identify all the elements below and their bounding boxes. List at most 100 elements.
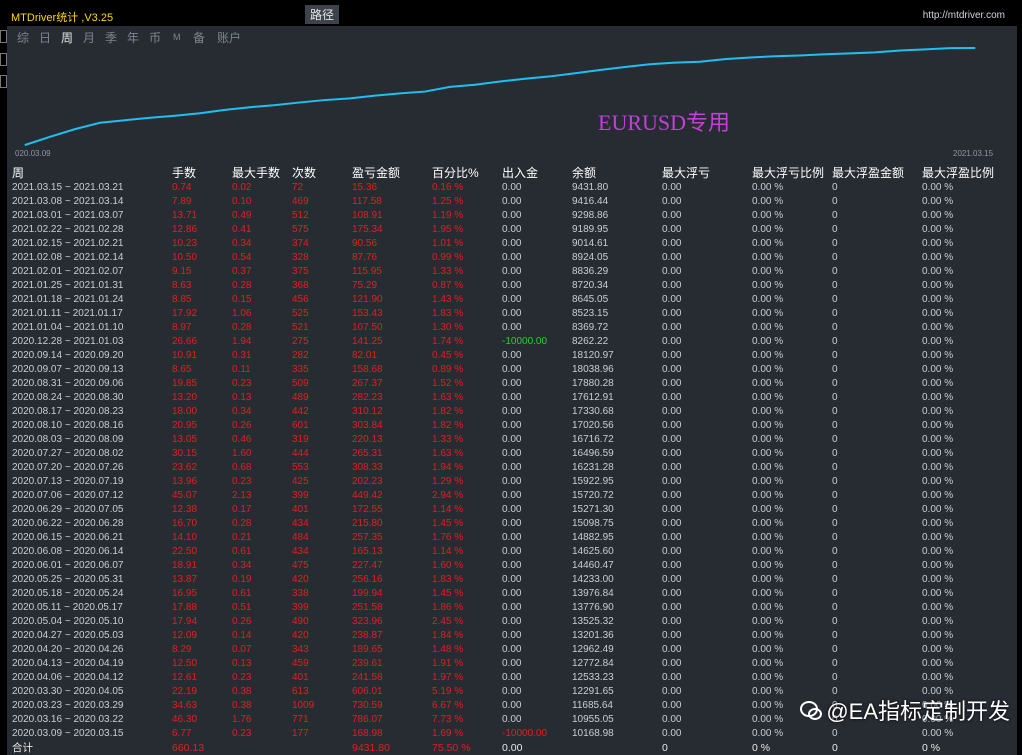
table-cell: 0.00 bbox=[662, 182, 682, 193]
table-cell: 0.00 % bbox=[752, 700, 784, 711]
table-cell: 1.84 % bbox=[432, 630, 464, 641]
table-row[interactable]: 2020.05.18 ~ 2020.05.24 16.95 0.61 338 199.9… bbox=[12, 587, 1012, 601]
table-cell: 0.00 % bbox=[922, 294, 954, 305]
table-cell: 0 bbox=[832, 434, 838, 445]
table-cell: 0.00 % bbox=[752, 490, 784, 501]
table-row[interactable]: 2021.02.08 ~ 2021.02.14 10.50 0.54 328 87.76… bbox=[12, 251, 1012, 265]
table-row[interactable]: 2021.01.25 ~ 2021.01.31 8.63 0.28 368 75.29 0… bbox=[12, 279, 1012, 293]
table-cell: 0.21 bbox=[232, 532, 252, 543]
table-cell: 0 bbox=[832, 252, 838, 263]
table-cell: 0.00 % bbox=[752, 434, 784, 445]
table-row[interactable]: 2021.02.01 ~ 2021.02.07 9.15 0.37 375 115.95… bbox=[12, 265, 1012, 279]
table-row[interactable]: 2020.08.31 ~ 2020.09.06 19.85 0.23 509 267.3… bbox=[12, 377, 1012, 391]
table-row[interactable]: 2021.02.22 ~ 2021.02.28 12.86 0.41 575 175.3… bbox=[12, 223, 1012, 237]
balance-point bbox=[799, 54, 801, 57]
table-cell: 0.00 % bbox=[922, 728, 954, 739]
table-row[interactable]: 2020.06.15 ~ 2020.06.21 14.10 0.21 484 257.3… bbox=[12, 531, 1012, 545]
table-row[interactable]: 2020.04.06 ~ 2020.04.12 12.61 0.23 401 241.5… bbox=[12, 671, 1012, 685]
table-row[interactable]: 2020.04.27 ~ 2020.05.03 12.09 0.14 420 238.8… bbox=[12, 629, 1012, 643]
table-cell: 0.00 bbox=[662, 266, 682, 277]
table-row[interactable]: 2021.01.11 ~ 2021.01.17 17.92 1.06 525 153.4… bbox=[12, 307, 1012, 321]
table-cell: 0 bbox=[832, 448, 838, 459]
table-cell: 0.00 % bbox=[752, 238, 784, 249]
column-header: 出入金 bbox=[502, 166, 539, 180]
table-cell: 0.34 bbox=[232, 238, 252, 249]
table-cell: 0.61 bbox=[232, 588, 252, 599]
balance-point bbox=[874, 51, 876, 53]
table-cell: 0.00 % bbox=[922, 182, 954, 193]
table-row[interactable]: 2021.01.18 ~ 2021.01.24 8.85 0.15 456 121.90… bbox=[12, 293, 1012, 307]
balance-point bbox=[474, 84, 476, 86]
table-cell: 0.23 bbox=[232, 672, 252, 683]
table-row[interactable]: 2020.06.08 ~ 2020.06.14 22.50 0.61 434 165.1… bbox=[12, 545, 1012, 559]
table-cell: 0.00 bbox=[502, 560, 522, 571]
table-cell: 0.00 % bbox=[922, 630, 954, 641]
table-cell: 1.33 % bbox=[432, 266, 464, 277]
table-cell: 30.15 bbox=[172, 448, 198, 459]
table-row[interactable]: 2020.05.04 ~ 2020.05.10 17.94 0.26 490 323.9… bbox=[12, 615, 1012, 629]
table-row[interactable]: 2020.04.20 ~ 2020.04.26 8.29 0.07 343 189.65… bbox=[12, 643, 1012, 657]
tab-7[interactable]: M bbox=[173, 32, 181, 42]
table-cell: 1.63 % bbox=[432, 448, 464, 459]
table-row[interactable]: 2020.03.09 ~ 2020.03.15 6.77 0.23 177 168.98… bbox=[12, 727, 1012, 741]
table-row[interactable]: 2020.05.25 ~ 2020.05.31 13.87 0.19 420 256.1… bbox=[12, 573, 1012, 587]
table-cell: 0.99 % bbox=[432, 252, 464, 263]
table-row[interactable]: 2020.08.17 ~ 2020.08.23 18.00 0.34 442 310.1… bbox=[12, 405, 1012, 419]
balance-point bbox=[774, 55, 776, 57]
table-cell: 7.89 bbox=[172, 196, 192, 207]
table-row[interactable]: 2020.04.13 ~ 2020.04.19 12.50 0.13 459 239.6… bbox=[12, 657, 1012, 671]
table-cell: 0.00 bbox=[502, 350, 522, 361]
table-row[interactable]: 2021.03.08 ~ 2021.03.14 7.89 0.10 469 117.58… bbox=[12, 195, 1012, 209]
table-row[interactable]: 2020.12.28 ~ 2021.01.03 26.66 1.94 275 141.2… bbox=[12, 335, 1012, 349]
table-cell: 0 bbox=[832, 672, 838, 683]
table-cell: 374 bbox=[292, 238, 309, 249]
table-cell: 0.28 bbox=[232, 322, 252, 333]
table-row[interactable]: 2020.07.20 ~ 2020.07.26 23.62 0.68 553 308.3… bbox=[12, 461, 1012, 475]
table-cell: 475 bbox=[292, 560, 309, 571]
table-cell: 117.58 bbox=[352, 196, 382, 207]
table-row[interactable]: 2020.07.06 ~ 2020.07.12 45.07 2.13 399 449.4… bbox=[12, 489, 1012, 503]
table-cell: 0.00 % bbox=[752, 378, 784, 389]
table-row[interactable]: 2020.06.01 ~ 2020.06.07 18.91 0.34 475 227.4… bbox=[12, 559, 1012, 573]
table-row[interactable]: 2020.08.24 ~ 2020.08.30 13.20 0.13 489 282.2… bbox=[12, 391, 1012, 405]
table-row[interactable]: 2020.08.10 ~ 2020.08.16 20.95 0.26 601 303.8… bbox=[12, 419, 1012, 433]
title-bar: MTDriver统计 ,V3.25 http://mtdriver.com bbox=[7, 4, 1017, 26]
table-row[interactable]: 2020.09.14 ~ 2020.09.20 10.91 0.31 282 82.01… bbox=[12, 349, 1012, 363]
table-cell: 0.23 bbox=[232, 728, 252, 739]
table-cell: 0.61 bbox=[232, 546, 252, 557]
table-row[interactable]: 2020.07.27 ~ 2020.08.02 30.15 1.60 444 265.3… bbox=[12, 447, 1012, 461]
table-cell: 2020.08.10 ~ 2020.08.16 bbox=[12, 420, 124, 431]
table-row[interactable]: 2021.03.01 ~ 2021.03.07 13.71 0.49 512 108.9… bbox=[12, 209, 1012, 223]
table-row[interactable]: 2020.07.13 ~ 2020.07.19 13.96 0.23 425 202.2… bbox=[12, 475, 1012, 489]
table-row[interactable]: 2021.02.15 ~ 2021.02.21 10.23 0.34 374 90.56… bbox=[12, 237, 1012, 251]
balance-point bbox=[649, 63, 651, 65]
table-cell: 12.09 bbox=[172, 630, 198, 641]
table-row[interactable]: 2020.05.11 ~ 2020.05.17 17.88 0.51 399 251.5… bbox=[12, 601, 1012, 615]
table-cell: 420 bbox=[292, 630, 309, 641]
table-cell: 0.00 % bbox=[922, 308, 954, 319]
table-row[interactable]: 2020.06.29 ~ 2020.07.05 12.38 0.17 401 172.5… bbox=[12, 503, 1012, 517]
table-cell: 1.06 bbox=[232, 308, 252, 319]
table-cell: 2020.06.15 ~ 2020.06.21 bbox=[12, 532, 124, 543]
table-cell: 1.60 % bbox=[432, 560, 464, 571]
column-header: 手数 bbox=[172, 166, 197, 180]
table-cell: 0.00 % bbox=[922, 434, 954, 445]
table-row[interactable]: 2020.06.22 ~ 2020.06.28 16.70 0.28 434 215.8… bbox=[12, 517, 1012, 531]
table-cell: 0.00 bbox=[662, 602, 682, 613]
table-cell: 8262.22 bbox=[572, 336, 609, 347]
table-row[interactable]: 2020.09.07 ~ 2020.09.13 8.65 0.11 335 158.68… bbox=[12, 363, 1012, 377]
table-cell: 14.10 bbox=[172, 532, 198, 543]
table-cell: 0.00 % bbox=[752, 518, 784, 529]
table-cell: 13525.32 bbox=[572, 616, 614, 627]
table-cell: 0.00 bbox=[662, 448, 682, 459]
table-row[interactable]: 2021.01.04 ~ 2021.01.10 8.97 0.28 521 107.50… bbox=[12, 321, 1012, 335]
table-cell: 0.00 bbox=[662, 434, 682, 445]
tab-path[interactable]: 路径 bbox=[305, 5, 340, 24]
table-cell: 18.00 bbox=[172, 406, 198, 417]
website-link[interactable]: http://mtdriver.com bbox=[923, 10, 1005, 21]
table-row[interactable]: 2021.03.15 ~ 2021.03.21 0.74 0.02 72 15.36 0.… bbox=[12, 181, 1012, 195]
table-row[interactable]: 2020.08.03 ~ 2020.08.09 13.05 0.46 319 220.1… bbox=[12, 433, 1012, 447]
table-cell: 0.00 % bbox=[922, 588, 954, 599]
table-cell: 0.00 bbox=[502, 490, 522, 501]
table-cell: 0.00 bbox=[502, 658, 522, 669]
